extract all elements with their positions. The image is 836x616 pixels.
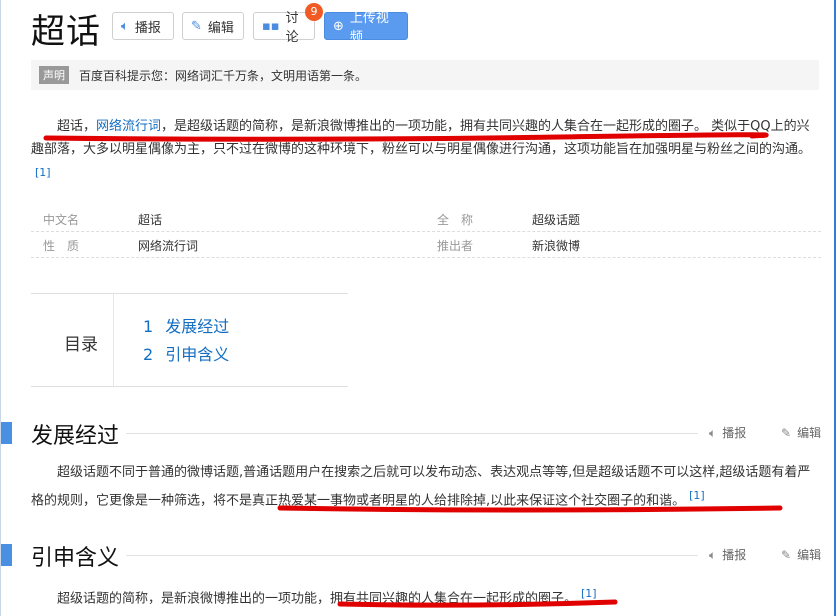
window-left-edge — [0, 0, 1, 616]
pencil-icon: ✎ — [781, 426, 792, 440]
catalog-item-number: 2 — [143, 345, 154, 364]
section-play-label: 播报 — [722, 426, 747, 440]
catalog: 目录 1 发展经过 2 引申含义 — [31, 293, 348, 387]
play-button[interactable]: 🔈︎ 播报 — [112, 12, 174, 40]
pencil-icon: ✎ — [781, 548, 792, 562]
info-key: 性 质 — [43, 239, 80, 253]
summary-ref[interactable]: [1] — [35, 166, 51, 179]
pencil-icon: ✎ — [191, 18, 202, 34]
info-row: 中文名 超话 全 称 超级话题 — [31, 206, 821, 232]
info-value: 网络流行词 — [138, 239, 199, 253]
section-title-meaning: 引申含义 — [31, 546, 120, 571]
catalog-item-label: 发展经过 — [165, 317, 230, 336]
catalog-title: 目录 — [64, 335, 98, 355]
basic-info-table: 中文名 超话 全 称 超级话题 性 质 网络流行词 推出者 新浪微博 — [31, 206, 821, 258]
section-edit-button[interactable]: ✎ 编辑 — [781, 424, 821, 441]
section-text: 超级话题的简称，是新浪微博推出的一项功能，拥有共同兴趣的人集合在一起形成的圈子。 — [57, 591, 578, 607]
summary-pre: 超话， — [57, 119, 97, 134]
notice-tag: 声明 — [39, 66, 69, 84]
section-marker — [1, 422, 12, 444]
catalog-item-meaning[interactable]: 2 引申含义 — [143, 341, 229, 365]
section-play-button[interactable]: 🔈︎ 播报 — [709, 546, 746, 563]
info-key: 全 称 — [437, 213, 474, 227]
discuss-count-badge: 9 — [305, 3, 323, 21]
info-value: 新浪微博 — [532, 239, 581, 253]
catalog-item-development[interactable]: 1 发展经过 — [143, 313, 229, 337]
info-row: 性 质 网络流行词 推出者 新浪微博 — [31, 232, 821, 258]
section-divider — [126, 433, 698, 434]
section-play-label: 播报 — [722, 548, 747, 562]
notice-text: 百度百科提示您：网络词汇千万条，文明用语第一条。 — [79, 68, 368, 83]
discuss-label: 讨论 — [285, 11, 299, 45]
notice-bar: 声明 百度百科提示您：网络词汇千万条，文明用语第一条。 — [31, 60, 819, 90]
chat-bubble-icon: ▪▪ — [262, 18, 280, 34]
section-edit-button[interactable]: ✎ 编辑 — [781, 546, 821, 563]
play-label: 播报 — [134, 20, 161, 36]
info-value: 超话 — [138, 213, 163, 227]
catalog-item-number: 1 — [143, 317, 154, 336]
upload-label: 上传视频 — [349, 11, 389, 45]
section-marker — [1, 544, 12, 566]
section-paragraph-meaning: 超级话题的简称，是新浪微博推出的一项功能，拥有共同兴趣的人集合在一起形成的圈子。… — [31, 582, 816, 610]
section-edit-label: 编辑 — [797, 548, 822, 562]
edit-label: 编辑 — [207, 20, 234, 36]
catalog-item-label: 引申含义 — [165, 345, 230, 364]
summary-paragraph: 超话，网络流行词，是超级话题的简称，是新浪微博推出的一项功能，拥有共同兴趣的人集… — [31, 115, 811, 189]
summary-link[interactable]: 网络流行词 — [96, 119, 161, 134]
section-edit-label: 编辑 — [797, 426, 822, 440]
info-key: 推出者 — [437, 239, 474, 253]
section-divider — [126, 555, 698, 556]
plus-circle-icon: ⊕ — [333, 18, 344, 34]
speaker-icon: 🔈︎ — [709, 426, 717, 440]
speaker-icon: 🔈︎ — [121, 18, 129, 34]
section-play-button[interactable]: 🔈︎ 播报 — [709, 424, 746, 441]
edit-button[interactable]: ✎ 编辑 — [182, 12, 244, 40]
section-ref[interactable]: [1] — [689, 489, 705, 502]
info-key: 中文名 — [43, 213, 80, 227]
section-ref[interactable]: [1] — [581, 587, 597, 600]
upload-video-button[interactable]: ⊕ 上传视频 — [324, 11, 408, 45]
speaker-icon: 🔈︎ — [709, 548, 717, 562]
info-value: 超级话题 — [532, 213, 581, 227]
catalog-divider — [113, 294, 114, 386]
page-title: 超话 — [31, 12, 101, 52]
section-paragraph-development: 超级话题不同于普通的微博话题,普通话题用户在搜索之后就可以发布动态、表达观点等等… — [31, 461, 816, 512]
section-title-development: 发展经过 — [31, 424, 120, 449]
